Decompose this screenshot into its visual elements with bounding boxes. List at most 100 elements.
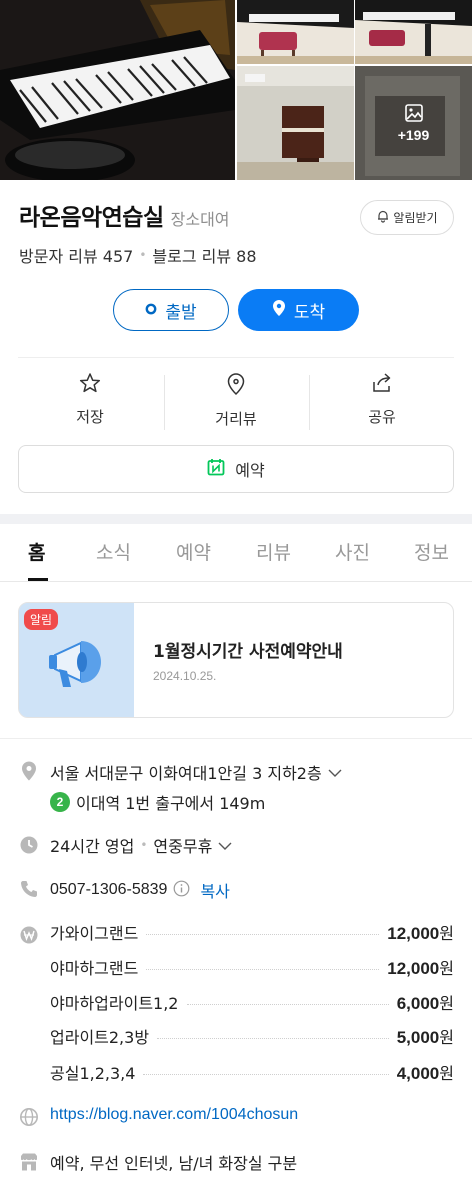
price-leader-dots <box>157 1037 389 1039</box>
tab-home[interactable]: 홈 <box>28 538 45 565</box>
price-amount: 6,000 <box>396 994 440 1013</box>
subway-text: 이대역 1번 출구에서 149m <box>76 794 266 813</box>
amenities-text: 예약, 무선 인터넷, 남/녀 화장실 구분 <box>50 1154 298 1173</box>
photo-thumbnail-more[interactable]: +199 <box>355 66 472 180</box>
price-item-name: 가와이그랜드 <box>50 924 139 943</box>
notice-title: 1월정시기간 사전예약안내 <box>153 642 343 662</box>
street-view-button[interactable]: 거리뷰 <box>164 372 308 430</box>
location-pin-icon <box>225 372 247 400</box>
save-button[interactable]: 저장 <box>18 372 162 430</box>
price-leader-dots <box>143 1073 389 1075</box>
place-name: 라온음악연습실 <box>19 205 164 231</box>
tab-reviews[interactable]: 리뷰 <box>256 538 291 565</box>
store-icon <box>19 1152 39 1172</box>
price-row: 야마하업라이트1,2 6,000원 <box>50 990 454 1014</box>
address-text: 서울 서대문구 이화여대1안길 3 지하2층 <box>50 764 322 783</box>
phone-icon <box>19 879 39 899</box>
place-header: 라온음악연습실 장소대여 <box>19 198 230 232</box>
star-icon <box>79 372 101 398</box>
price-row: 업라이트2,3방 5,000원 <box>50 1024 454 1048</box>
price-amount: 12,000 <box>387 924 440 943</box>
more-photos-count: +199 <box>397 127 430 143</box>
active-tab-indicator <box>28 578 48 581</box>
phone-number[interactable]: 0507-1306-5839 <box>50 881 167 899</box>
price-value: 12,000원 <box>387 920 454 944</box>
price-amount: 5,000 <box>396 1028 440 1047</box>
tab-reservation[interactable]: 예약 <box>176 538 211 565</box>
hours-note: 연중무휴 <box>153 837 213 856</box>
subway-line-badge: 2 <box>50 792 70 812</box>
price-amount: 12,000 <box>387 959 440 978</box>
price-leader-dots <box>146 968 380 970</box>
price-item-name: 공실1,2,3,4 <box>50 1064 136 1083</box>
naver-booking-calendar-icon <box>207 458 225 480</box>
price-value: 6,000원 <box>397 990 454 1014</box>
reserve-label: 예약 <box>235 461 265 480</box>
photo-gallery: +199 <box>0 0 472 180</box>
copy-phone-button[interactable]: 복사 <box>200 878 229 902</box>
route-start-button[interactable]: 출발 <box>113 289 229 331</box>
photo-thumbnail[interactable] <box>237 0 354 64</box>
clock-icon <box>19 835 39 855</box>
price-unit: 원 <box>439 959 454 978</box>
price-value: 4,000원 <box>397 1060 454 1084</box>
price-amount: 4,000 <box>396 1064 440 1083</box>
save-label: 저장 <box>76 408 104 426</box>
route-arrive-button[interactable]: 도착 <box>238 289 359 331</box>
subway-row: 2 이대역 1번 출구에서 149m <box>50 790 265 814</box>
more-photos-overlay: +199 <box>355 66 472 180</box>
location-icon <box>19 760 39 781</box>
separator-dot: • <box>139 248 147 262</box>
divider <box>0 738 472 739</box>
amenities-row: 예약, 무선 인터넷, 남/녀 화장실 구분 <box>50 1150 297 1174</box>
blog-review-link[interactable]: 블로그 리뷰 88 <box>152 243 256 267</box>
share-button[interactable]: 공유 <box>310 372 454 430</box>
street-view-label: 거리뷰 <box>215 410 257 428</box>
notify-button[interactable]: 알림받기 <box>360 200 454 235</box>
chevron-down-icon <box>328 763 342 782</box>
price-unit: 원 <box>439 1028 454 1047</box>
notice-badge: 알림 <box>24 609 59 630</box>
route-arrive-label: 도착 <box>293 302 326 323</box>
hours-row[interactable]: 24시간 영업 • 연중무휴 <box>50 833 232 857</box>
notice-card[interactable]: 알림 1월정시기간 사전예약안내 2024.10.25. <box>18 602 454 718</box>
map-pin-icon <box>272 299 286 322</box>
origin-dot-icon <box>145 300 157 320</box>
tab-info[interactable]: 정보 <box>414 538 449 565</box>
share-icon <box>370 372 394 398</box>
tab-news[interactable]: 소식 <box>96 538 131 565</box>
photo-thumbnail[interactable] <box>237 66 354 180</box>
bell-icon <box>376 209 390 226</box>
globe-icon <box>19 1107 39 1127</box>
main-photo[interactable] <box>0 0 235 180</box>
price-unit: 원 <box>439 1064 454 1083</box>
visitor-review-link[interactable]: 방문자 리뷰 457 <box>19 243 133 267</box>
chevron-down-icon <box>218 836 232 855</box>
notice-thumbnail: 알림 <box>19 603 134 717</box>
address-row[interactable]: 서울 서대문구 이화여대1안길 3 지하2층 <box>50 760 342 784</box>
homepage-row: https://blog.naver.com/1004chosun <box>50 1106 298 1124</box>
image-icon <box>404 103 424 123</box>
reserve-button[interactable]: 예약 <box>18 445 454 493</box>
homepage-link[interactable]: https://blog.naver.com/1004chosun <box>50 1106 298 1124</box>
info-circle-icon[interactable] <box>173 880 190 901</box>
price-item-name: 야마하업라이트1,2 <box>50 994 179 1013</box>
price-leader-dots <box>186 1003 389 1005</box>
separator-dot: • <box>140 838 148 852</box>
price-value: 12,000원 <box>387 955 454 979</box>
price-unit: 원 <box>439 994 454 1013</box>
tab-photos[interactable]: 사진 <box>335 538 370 565</box>
price-item-name: 야마하그랜드 <box>50 959 139 978</box>
section-divider <box>0 514 472 524</box>
price-leader-dots <box>146 933 380 935</box>
notify-label: 알림받기 <box>393 211 438 225</box>
price-item-name: 업라이트2,3방 <box>50 1028 150 1047</box>
price-unit: 원 <box>439 924 454 943</box>
place-category: 장소대여 <box>170 210 230 229</box>
divider <box>18 357 454 358</box>
price-value: 5,000원 <box>397 1024 454 1048</box>
photo-thumbnail[interactable] <box>355 0 472 64</box>
hours-text: 24시간 영업 <box>50 837 135 856</box>
price-row: 야마하그랜드 12,000원 <box>50 955 454 979</box>
won-currency-icon <box>19 925 39 945</box>
